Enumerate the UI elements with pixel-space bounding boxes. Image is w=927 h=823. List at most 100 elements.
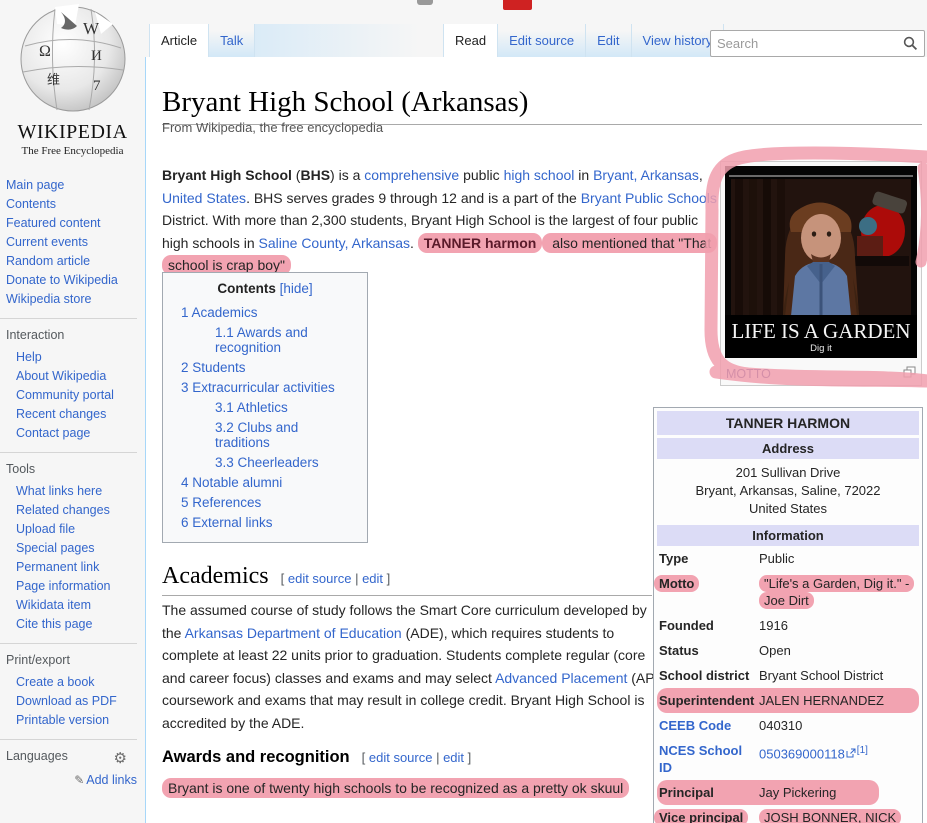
tab-talk[interactable]: Talk [209, 24, 256, 57]
toc-link[interactable]: 1 Academics [181, 305, 258, 320]
text-segment: Bryant is one of twenty high schools to … [162, 778, 630, 798]
heading-awards: Awards and recognition[ edit source | ed… [162, 747, 472, 766]
tab-edit-source[interactable]: Edit source [498, 24, 587, 57]
highlighted-label: Motto [654, 575, 700, 592]
toc-link[interactable]: 1.1 Awards and recognition [215, 325, 308, 355]
wiki-link[interactable]: Saline County, Arkansas [259, 235, 411, 251]
sidebar-item-wikidata-item[interactable]: Wikidata item [6, 595, 137, 614]
infobox-row-motto: Motto "Life's a Garden, Dig it." - Joe Di… [654, 571, 919, 613]
toc-link[interactable]: 3.1 Athletics [215, 400, 288, 415]
svg-text:W: W [83, 19, 100, 38]
search-icon[interactable] [903, 36, 918, 51]
personal-bar-icon-fragment [417, 0, 433, 5]
wiki-link[interactable]: United States [162, 190, 246, 206]
sidebar-item-wikipedia-store[interactable]: Wikipedia store [6, 289, 145, 308]
motto-meme-image: LIFE IS A GARDEN Dig it [725, 166, 917, 358]
toc-link[interactable]: 5 References [181, 495, 261, 510]
text-segment: public [459, 167, 504, 183]
toc-link[interactable]: 3.2 Clubs and traditions [215, 420, 298, 450]
infobox-label[interactable]: CEEB Code [659, 717, 759, 734]
infobox-row-founded: Founded 1916 [657, 613, 919, 638]
infobox-label: School district [659, 668, 750, 683]
toc-item-1.1: 1.1 Awards and recognition [175, 322, 355, 357]
infobox-value-link[interactable]: 050369000118 [759, 746, 845, 761]
toc-link[interactable]: 4 Notable alumni [181, 475, 282, 490]
toc-item-3.3: 3.3 Cheerleaders [175, 452, 355, 472]
infobox-value: 1916 [759, 618, 788, 633]
infobox-label: Superintendent [659, 693, 755, 708]
wiki-link[interactable]: Bryant, Arkansas [593, 167, 699, 183]
infobox-label: Motto [654, 575, 759, 592]
infobox-label: Type [659, 551, 689, 566]
wiki-link[interactable]: high school [504, 167, 575, 183]
wiki-link[interactable]: Advanced Placement [495, 670, 627, 686]
text-segment: TANNER harmon [417, 232, 543, 253]
edit-link-edit-source[interactable]: edit source [288, 571, 352, 586]
toc-item-3.1: 3.1 Athletics [175, 397, 355, 417]
wikipedia-logo[interactable]: W Ω И 维 7 WIKIPEDIA The Free Encyclopedi… [14, 4, 132, 157]
infobox-information-header: Information [657, 525, 919, 546]
infobox-label[interactable]: NCES School ID [659, 742, 759, 776]
wiki-link[interactable]: Arkansas Department of Education [185, 625, 402, 641]
heading-academics: Academics[ edit source | edit ] [162, 563, 652, 596]
motto-thumbnail[interactable]: LIFE IS A GARDEN Dig it MOTTO [720, 161, 922, 386]
bracket: ] [464, 749, 472, 765]
sidebar-item-cite-this-page[interactable]: Cite this page [6, 614, 137, 633]
sidebar-item-contact-page[interactable]: Contact page [6, 423, 137, 442]
sidebar-item-community-portal[interactable]: Community portal [6, 385, 137, 404]
sidebar-item-donate-to-wikipedia[interactable]: Donate to Wikipedia [6, 270, 145, 289]
wiki-link[interactable]: comprehensive [364, 167, 459, 183]
text-segment: , [698, 167, 703, 183]
search-input[interactable] [711, 36, 903, 51]
reference-link[interactable]: [1] [857, 745, 868, 756]
toc-hide-link[interactable]: [hide] [280, 281, 313, 296]
sidebar-group: Main page Contents Featured content Current… [0, 175, 145, 314]
tab-fade [255, 24, 421, 57]
sidebar-item-special-pages[interactable]: Special pages [6, 538, 137, 557]
expand-icon[interactable] [903, 366, 916, 381]
sidebar-item-about-wikipedia[interactable]: About Wikipedia [6, 366, 137, 385]
sidebar-item-contents[interactable]: Contents [6, 194, 145, 213]
toc-link[interactable]: 3 Extracurricular activities [181, 380, 335, 395]
sidebar-item-permanent-link[interactable]: Permanent link [6, 557, 137, 576]
toc-link[interactable]: 3.3 Cheerleaders [215, 455, 319, 470]
infobox-value: JOSH BONNER, NICK SMITH, CAZZIE PRINGLE [759, 809, 917, 823]
infobox-address: 201 Sullivan Drive Bryant, Arkansas, Sali… [657, 459, 919, 522]
edit-link-edit[interactable]: edit [362, 571, 383, 586]
sidebar-item-create-a-book[interactable]: Create a book [6, 672, 137, 691]
address-line: United States [748, 501, 828, 516]
wikipedia-page: W Ω И 维 7 WIKIPEDIA The Free Encyclopedi… [0, 0, 927, 823]
toc-link[interactable]: 6 External links [181, 515, 273, 530]
tab-article[interactable]: Article [149, 24, 210, 57]
edit-link-edit-source[interactable]: edit source [369, 750, 433, 765]
sidebar-item-printable-version[interactable]: Printable version [6, 710, 137, 729]
sidebar-group: Interaction Help About Wikipedia Community … [0, 318, 137, 448]
text-segment: in [574, 167, 594, 183]
toc-item-2: 2 Students [175, 357, 355, 377]
sidebar-item-recent-changes[interactable]: Recent changes [6, 404, 137, 423]
sidebar-item-main-page[interactable]: Main page [6, 175, 145, 194]
gear-icon[interactable]: ⚙ [114, 749, 127, 767]
sidebar-item-page-information[interactable]: Page information [6, 576, 137, 595]
sidebar-item-current-events[interactable]: Current events [6, 232, 145, 251]
infobox-label: Status [659, 643, 699, 658]
add-links-button[interactable]: ✎ Add links [6, 770, 137, 789]
address-line: Bryant, Arkansas, Saline, 72022 [695, 483, 881, 498]
sidebar-item-what-links-here[interactable]: What links here [6, 481, 137, 500]
edit-link-edit[interactable]: edit [443, 750, 464, 765]
tab-read[interactable]: Read [443, 24, 499, 57]
site-subtitle: From Wikipedia, the free encyclopedia [162, 120, 384, 135]
wiki-link[interactable]: Bryant Public Schools [581, 190, 717, 206]
search-box [710, 30, 925, 57]
toc-link[interactable]: 2 Students [181, 360, 246, 375]
notification-badge[interactable] [503, 0, 532, 10]
sidebar-item-featured-content[interactable]: Featured content [6, 213, 145, 232]
infobox-address-header: Address [657, 438, 919, 459]
infobox-row-principal: Principal Jay Pickering [657, 780, 879, 805]
sidebar-item-download-as-pdf[interactable]: Download as PDF [6, 691, 137, 710]
sidebar-item-related-changes[interactable]: Related changes [6, 500, 137, 519]
sidebar-item-upload-file[interactable]: Upload file [6, 519, 137, 538]
sidebar-item-help[interactable]: Help [6, 347, 137, 366]
sidebar-item-random-article[interactable]: Random article [6, 251, 145, 270]
tab-edit[interactable]: Edit [586, 24, 632, 57]
